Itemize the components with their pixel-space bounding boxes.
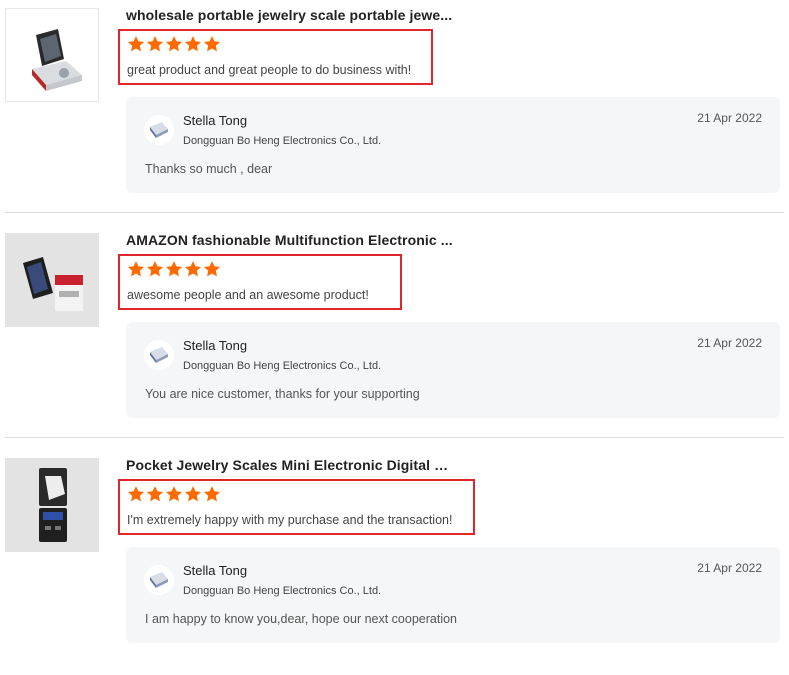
- rating-highlight-box: I'm extremely happy with my purchase and…: [118, 479, 475, 535]
- star-icon: [203, 261, 221, 277]
- star-rating: [127, 485, 221, 503]
- reply-company-name: Dongguan Bo Heng Electronics Co., Ltd.: [183, 360, 382, 372]
- divider: [5, 212, 784, 213]
- product-title[interactable]: AMAZON fashionable Multifunction Electro…: [126, 232, 456, 248]
- supplier-logo: [144, 340, 174, 370]
- star-icon: [184, 486, 202, 502]
- star-icon: [165, 486, 183, 502]
- jewelry-scale-image: [5, 458, 99, 552]
- supplier-logo-icon: [144, 340, 174, 370]
- star-rating: [127, 35, 221, 53]
- reply-text: I am happy to know you,dear, hope our ne…: [145, 612, 458, 626]
- reply-author-name: Stella Tong: [183, 338, 248, 353]
- star-icon: [165, 36, 183, 52]
- product-title[interactable]: wholesale portable jewelry scale portabl…: [126, 7, 456, 23]
- star-icon: [127, 36, 145, 52]
- divider: [5, 437, 784, 438]
- product-thumbnail[interactable]: [5, 8, 99, 102]
- reply-author-name: Stella Tong: [183, 563, 248, 578]
- rating-highlight-box: great product and great people to do bus…: [118, 29, 433, 85]
- supplier-logo: [144, 115, 174, 145]
- supplier-logo: [144, 565, 174, 595]
- product-thumbnail[interactable]: [5, 458, 99, 552]
- star-icon: [165, 261, 183, 277]
- review-item: AMAZON fashionable Multifunction Electro…: [0, 225, 789, 450]
- supplier-reply: Stella Tong Dongguan Bo Heng Electronics…: [126, 547, 780, 643]
- product-title[interactable]: Pocket Jewelry Scales Mini Electronic Di…: [126, 457, 456, 473]
- reply-text: You are nice customer, thanks for your s…: [145, 387, 420, 401]
- review-item: Pocket Jewelry Scales Mini Electronic Di…: [0, 450, 789, 675]
- supplier-reply: Stella Tong Dongguan Bo Heng Electronics…: [126, 322, 780, 418]
- star-icon: [184, 261, 202, 277]
- reply-date: 21 Apr 2022: [697, 561, 762, 575]
- review-item: wholesale portable jewelry scale portabl…: [0, 0, 789, 225]
- reply-text: Thanks so much , dear: [145, 162, 273, 176]
- product-thumbnail[interactable]: [5, 233, 99, 327]
- reply-date: 21 Apr 2022: [697, 111, 762, 125]
- reply-author-name: Stella Tong: [183, 113, 248, 128]
- star-icon: [146, 486, 164, 502]
- reply-company-name: Dongguan Bo Heng Electronics Co., Ltd.: [183, 585, 382, 597]
- star-icon: [203, 486, 221, 502]
- review-text: great product and great people to do bus…: [127, 63, 412, 77]
- star-rating: [127, 260, 221, 278]
- star-icon: [127, 261, 145, 277]
- star-icon: [203, 36, 221, 52]
- star-icon: [146, 261, 164, 277]
- review-text: awesome people and an awesome product!: [127, 288, 369, 302]
- reply-date: 21 Apr 2022: [697, 336, 762, 350]
- supplier-reply: Stella Tong Dongguan Bo Heng Electronics…: [126, 97, 780, 193]
- review-text: I'm extremely happy with my purchase and…: [127, 513, 453, 527]
- jewelry-scale-image: [6, 9, 98, 101]
- jewelry-scale-image: [5, 233, 99, 327]
- supplier-logo-icon: [144, 115, 174, 145]
- reply-company-name: Dongguan Bo Heng Electronics Co., Ltd.: [183, 135, 382, 147]
- rating-highlight-box: awesome people and an awesome product!: [118, 254, 402, 310]
- star-icon: [127, 486, 145, 502]
- supplier-logo-icon: [144, 565, 174, 595]
- star-icon: [146, 36, 164, 52]
- star-icon: [184, 36, 202, 52]
